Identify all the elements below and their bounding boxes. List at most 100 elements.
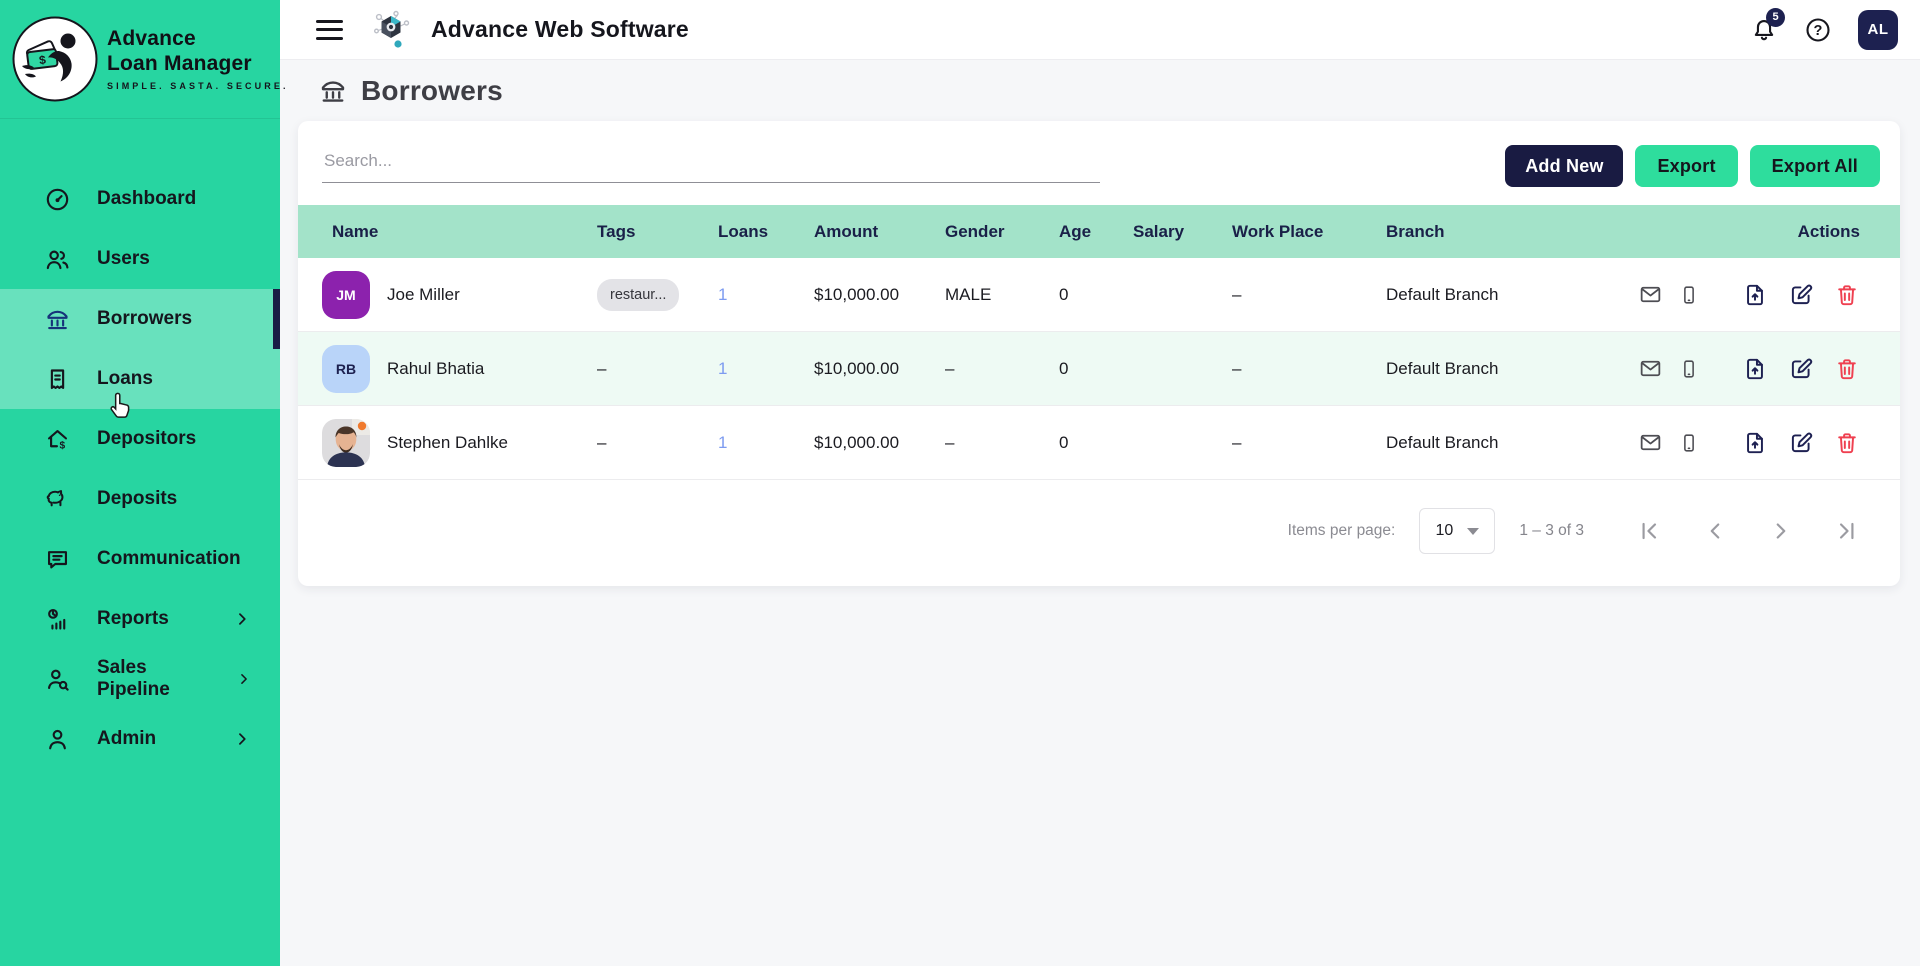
sidebar-item-label: Reports (97, 608, 169, 630)
last-page-button[interactable] (1834, 518, 1860, 544)
phone-icon[interactable] (1678, 358, 1700, 380)
sidebar-item-label: Communication (97, 548, 241, 570)
work-place-cell: – (1230, 258, 1384, 332)
previous-page-button[interactable] (1702, 518, 1728, 544)
sidebar-item-admin[interactable]: Admin (0, 709, 280, 769)
sidebar-item-label: Depositors (97, 428, 196, 450)
delete-icon[interactable] (1834, 430, 1860, 456)
sidebar-item-label: Borrowers (97, 308, 192, 330)
borrowers-card: Add New Export Export All NameTagsLoansA… (298, 121, 1900, 586)
email-icon[interactable] (1638, 356, 1663, 381)
column-header-amount: Amount (812, 205, 943, 258)
brand-name-line2: Loan Manager (107, 52, 289, 77)
delete-icon[interactable] (1834, 282, 1860, 308)
amount-cell: $10,000.00 (812, 406, 943, 480)
notifications-bell-icon[interactable]: 5 (1750, 16, 1778, 44)
chat-icon (44, 546, 71, 573)
dashboard-icon (44, 186, 71, 213)
sidebar-item-reports[interactable]: Reports (0, 589, 280, 649)
edit-icon[interactable] (1788, 356, 1814, 382)
brand-name-line1: Advance (107, 27, 289, 52)
person-search-icon (44, 666, 71, 693)
loans-count-link[interactable]: 1 (718, 285, 727, 304)
tags-cell: – (595, 406, 716, 480)
top-header: Advance Web Software 5 ? AL (280, 0, 1920, 60)
brand-tagline: SIMPLE. SASTA. SECURE. (107, 81, 289, 91)
sidebar-item-depositors[interactable]: $ Depositors (0, 409, 280, 469)
paginator: Items per page: 10 1 – 3 of 3 (298, 480, 1900, 586)
borrower-initials-avatar: JM (322, 271, 370, 319)
amount-cell: $10,000.00 (812, 332, 943, 406)
sidebar-item-sales-pipeline[interactable]: Sales Pipeline (0, 649, 280, 709)
house-dollar-icon: $ (44, 426, 71, 453)
column-header-actions: Actions (1620, 205, 1900, 258)
edit-icon[interactable] (1788, 282, 1814, 308)
column-header-branch: Branch (1384, 205, 1620, 258)
add-new-button[interactable]: Add New (1505, 145, 1623, 187)
sidebar-item-communication[interactable]: Communication (0, 529, 280, 589)
export-button[interactable]: Export (1635, 145, 1737, 187)
age-cell: 0 (1057, 406, 1131, 480)
bank-icon (318, 76, 348, 106)
app-logo-icon (371, 9, 411, 51)
items-per-page-select[interactable]: 10 (1419, 508, 1495, 554)
sidebar-item-label: Loans (97, 368, 153, 390)
page-head: Borrowers (280, 60, 1920, 120)
chevron-right-icon (235, 669, 252, 689)
sidebar-item-label: Deposits (97, 488, 177, 510)
sidebar-item-label: Sales Pipeline (97, 657, 209, 701)
items-per-page-value: 10 (1435, 522, 1453, 540)
edit-icon[interactable] (1788, 430, 1814, 456)
sidebar-nav: DashboardUsers Borrowers Loans $ Depositors D… (0, 119, 280, 769)
borrower-name: Stephen Dahlke (387, 433, 508, 453)
toolbar: Add New Export Export All (298, 121, 1900, 193)
sidebar-item-loans[interactable]: Loans (0, 349, 280, 409)
phone-icon[interactable] (1678, 432, 1700, 454)
column-header-age: Age (1057, 205, 1131, 258)
salary-cell (1131, 258, 1230, 332)
help-icon[interactable]: ? (1804, 16, 1832, 44)
upload-file-icon[interactable] (1742, 430, 1768, 456)
person-icon (44, 726, 71, 753)
borrowers-table: NameTagsLoansAmountGenderAgeSalaryWork P… (298, 205, 1900, 480)
export-all-button[interactable]: Export All (1750, 145, 1880, 187)
next-page-button[interactable] (1768, 518, 1794, 544)
branch-cell: Default Branch (1384, 258, 1620, 332)
sidebar-item-label: Admin (97, 728, 156, 750)
piggy-bank-icon (44, 486, 71, 513)
brand-logo-row: $ Advance Loan Manager SIMPLE. SASTA. SE… (0, 0, 280, 119)
upload-file-icon[interactable] (1742, 356, 1768, 382)
menu-toggle-icon[interactable] (316, 20, 343, 40)
first-page-button[interactable] (1636, 518, 1662, 544)
email-icon[interactable] (1638, 282, 1663, 307)
gender-cell: – (943, 406, 1057, 480)
borrower-initials-avatar: RB (322, 345, 370, 393)
email-icon[interactable] (1638, 430, 1663, 455)
app-title: Advance Web Software (431, 16, 689, 43)
svg-text:$: $ (60, 440, 66, 451)
delete-icon[interactable] (1834, 356, 1860, 382)
sidebar-item-users[interactable]: Users (0, 229, 280, 289)
table-row: Stephen Dahlke–1$10,000.00–0–Default Bra… (298, 406, 1900, 480)
chevron-right-icon (232, 729, 252, 749)
search-input[interactable] (322, 143, 1100, 183)
main-content: Borrowers Add New Export Export All Name… (280, 60, 1920, 966)
work-place-cell: – (1230, 406, 1384, 480)
upload-file-icon[interactable] (1742, 282, 1768, 308)
svg-text:?: ? (1814, 22, 1823, 38)
brand-logo-icon: $ (12, 16, 98, 102)
user-avatar[interactable]: AL (1858, 10, 1898, 50)
sidebar-item-deposits[interactable]: Deposits (0, 469, 280, 529)
loans-count-link[interactable]: 1 (718, 433, 727, 452)
sidebar-item-dashboard[interactable]: Dashboard (0, 169, 280, 229)
gender-cell: – (943, 332, 1057, 406)
chart-clock-icon (44, 606, 71, 633)
amount-cell: $10,000.00 (812, 258, 943, 332)
loans-count-link[interactable]: 1 (718, 359, 727, 378)
phone-icon[interactable] (1678, 284, 1700, 306)
notifications-count-badge: 5 (1766, 8, 1785, 27)
sidebar-item-borrowers[interactable]: Borrowers (0, 289, 280, 349)
branch-cell: Default Branch (1384, 332, 1620, 406)
receipt-icon (44, 366, 71, 393)
column-header-name: Name (298, 205, 595, 258)
